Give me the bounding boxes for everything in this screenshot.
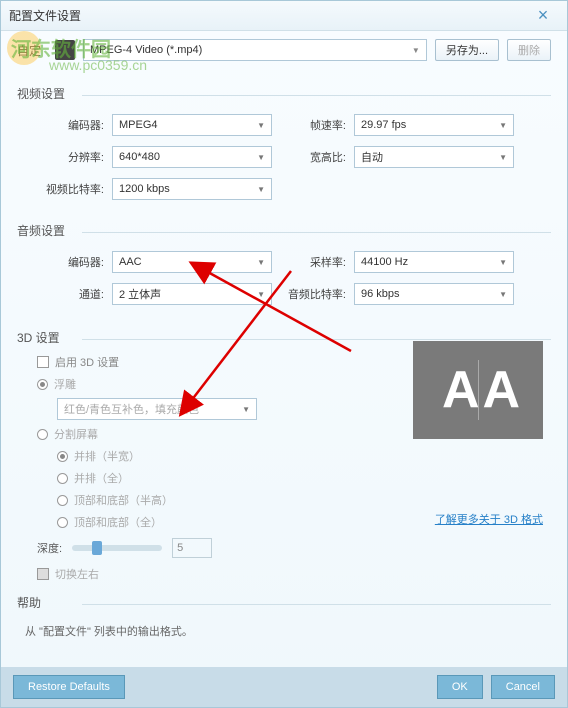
sbs-half-radio: 并排（半宽） (57, 448, 551, 464)
chevron-down-icon: ▼ (499, 258, 507, 267)
fps-combo[interactable]: 29.97 fps▼ (354, 114, 514, 136)
chevron-down-icon: ▼ (257, 185, 265, 194)
video-encoder-label: 编码器: (17, 117, 112, 133)
depth-slider (72, 545, 162, 551)
chevron-down-icon: ▼ (412, 46, 420, 55)
chevron-down-icon: ▼ (499, 290, 507, 299)
chevron-down-icon: ▼ (257, 290, 265, 299)
help-section-title: 帮助 (17, 594, 551, 613)
video-section-title: 视频设置 (17, 85, 551, 104)
depth-label: 深度: (37, 540, 62, 556)
abitrate-label: 音频比特率: (284, 286, 354, 302)
chevron-down-icon: ▼ (257, 121, 265, 130)
cancel-button[interactable]: Cancel (491, 675, 555, 699)
tb-half-radio: 顶部和底部（半高） (57, 492, 551, 508)
aspect-label: 宽高比: (284, 149, 354, 165)
ok-button[interactable]: OK (437, 675, 483, 699)
help-text: 从 "配置文件" 列表中的输出格式。 (25, 623, 551, 639)
profile-value: MPEG-4 Video (*.mp4) (90, 44, 202, 56)
window-title: 配置文件设置 (9, 7, 527, 24)
learn-more-3d-link[interactable]: 了解更多关于 3D 格式 (435, 511, 543, 527)
profile-combo[interactable]: MPEG-4 Video (*.mp4) ▼ (83, 39, 427, 61)
chevron-down-icon: ▼ (257, 153, 265, 162)
chevron-down-icon: ▼ (242, 405, 250, 414)
video-encoder-combo[interactable]: MPEG4▼ (112, 114, 272, 136)
preset-label: 自定 (17, 42, 47, 59)
anaglyph-mode-combo: 红色/青色互补色，填充颜色▼ (57, 398, 257, 420)
audio-encoder-label: 编码器: (17, 254, 112, 270)
save-as-button[interactable]: 另存为... (435, 39, 499, 61)
vbitrate-combo[interactable]: 1200 kbps▼ (112, 178, 272, 200)
sample-label: 采样率: (284, 254, 354, 270)
aspect-combo[interactable]: 自动▼ (354, 146, 514, 168)
close-icon[interactable]: × (527, 5, 559, 26)
resolution-combo[interactable]: 640*480▼ (112, 146, 272, 168)
depth-spin: 5 (172, 538, 212, 558)
swap-lr-checkbox: 切换左右 (37, 566, 551, 582)
fps-label: 帧速率: (284, 117, 354, 133)
audio-encoder-combo[interactable]: AAC▼ (112, 251, 272, 273)
chevron-down-icon: ▼ (499, 121, 507, 130)
chevron-down-icon: ▼ (499, 153, 507, 162)
chevron-down-icon: ▼ (257, 258, 265, 267)
3d-preview: AA (413, 341, 543, 439)
sample-combo[interactable]: 44100 Hz▼ (354, 251, 514, 273)
channel-combo[interactable]: 2 立体声▼ (112, 283, 272, 305)
resolution-label: 分辨率: (17, 149, 112, 165)
audio-section-title: 音频设置 (17, 222, 551, 241)
abitrate-combo[interactable]: 96 kbps▼ (354, 283, 514, 305)
restore-defaults-button[interactable]: Restore Defaults (13, 675, 125, 699)
channel-label: 通道: (17, 286, 112, 302)
vbitrate-label: 视频比特率: (17, 181, 112, 197)
mpeg4-icon (55, 40, 75, 60)
delete-button: 删除 (507, 39, 551, 61)
sbs-full-radio: 并排（全） (57, 470, 551, 486)
